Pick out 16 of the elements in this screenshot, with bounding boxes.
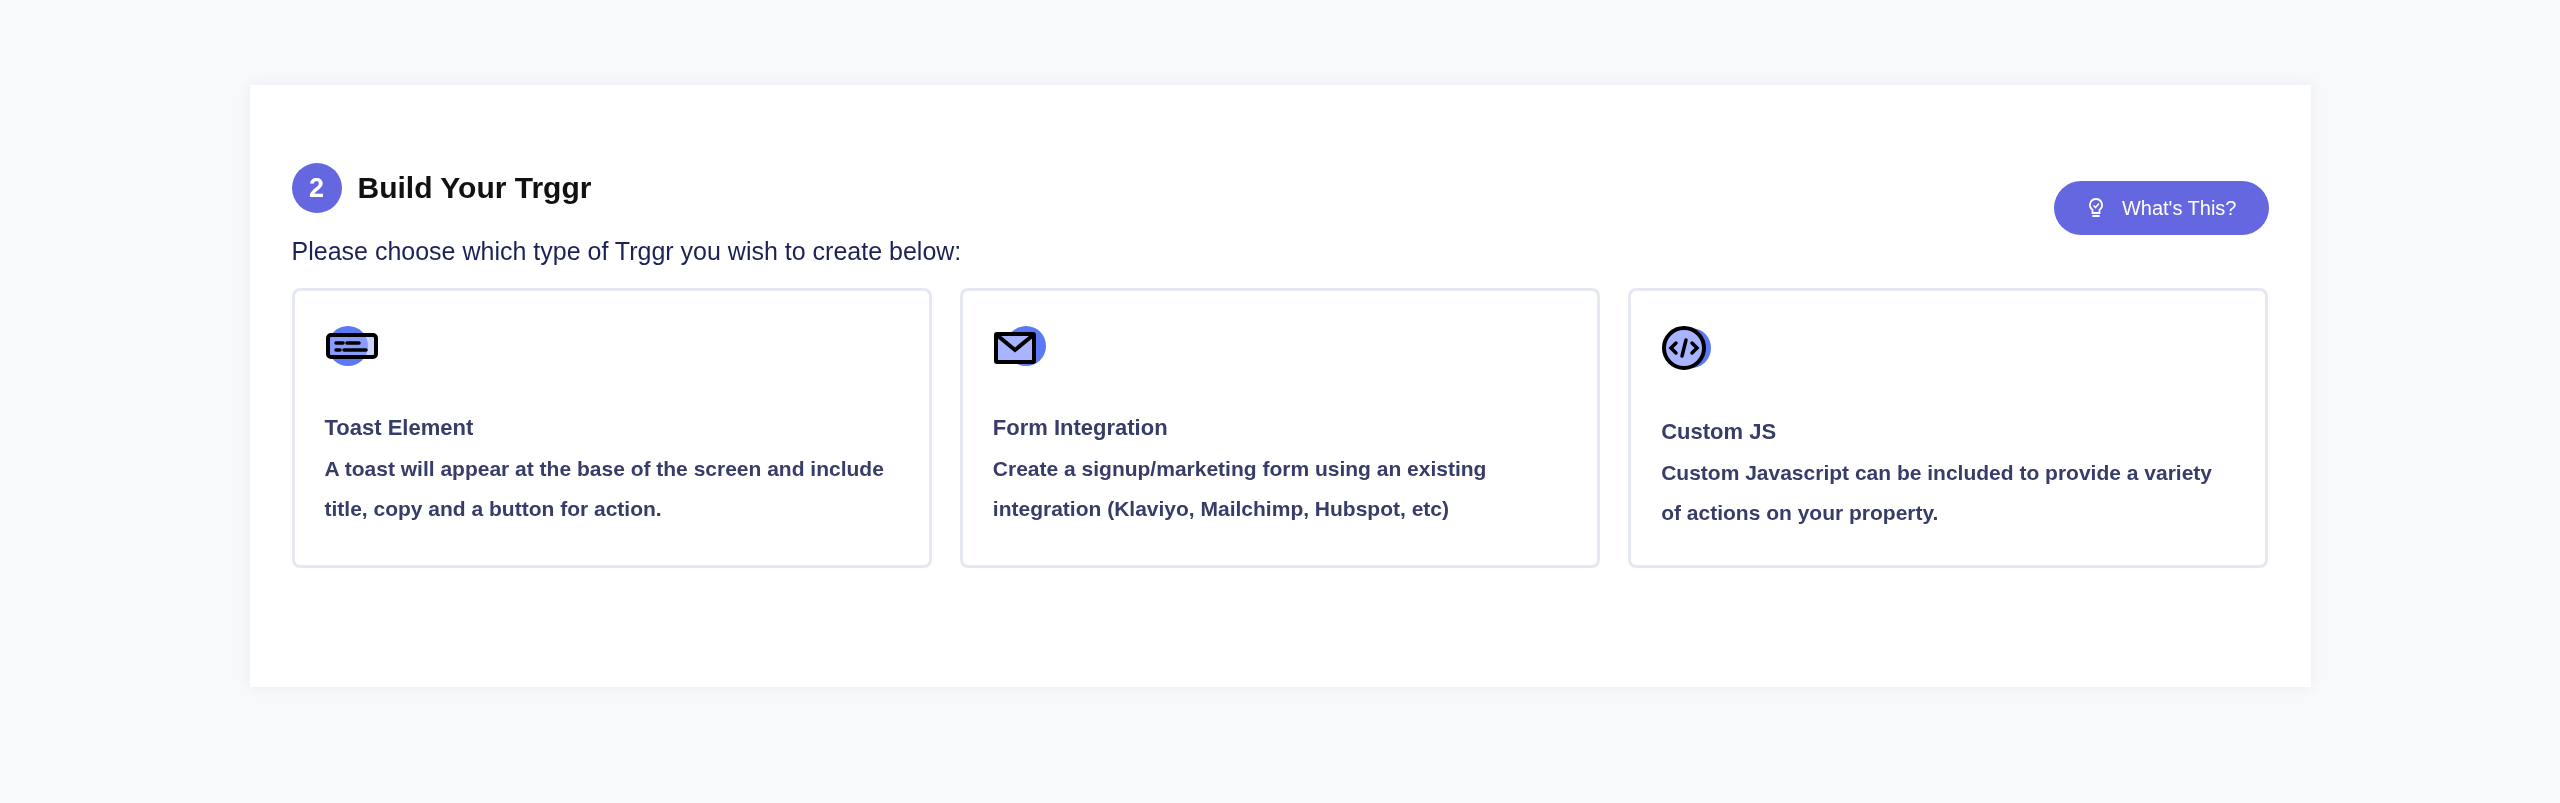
help-button[interactable]: What's This? <box>2053 181 2269 235</box>
option-title: Form Integration <box>992 415 1169 441</box>
option-card[interactable]: Toast Element A toast will appear at the base of the screen and include title, copy and a button for action. <box>291 288 932 568</box>
lightbulb-icon <box>2087 197 2104 219</box>
option-card[interactable]: Form Integration Create a signup/marketing form using an existing integration (Klaviyo, Mailchimp, Hubspot, etc) <box>959 288 1601 568</box>
option-title: Toast Element <box>324 415 475 441</box>
option-description: Custom Javascript can be included to provide a variety of actions on your property. <box>1661 460 2213 526</box>
message-card-icon <box>324 325 379 367</box>
option-card[interactable]: Custom JS Custom Javascript can be included to provide a variety of actions on your property. <box>1628 288 2269 568</box>
option-description: Create a signup/marketing form using an existing integration (Klaviyo, Mailchimp, Hubspot, etc) <box>992 456 1488 522</box>
option-title: Custom JS <box>1661 419 1778 445</box>
envelope-icon <box>992 325 1047 367</box>
option-description: A toast will appear at the base of the screen and include title, copy and a button for action. <box>324 456 885 522</box>
step-number: 2 <box>291 163 342 213</box>
instruction-text: Please choose which type of Trggr you wish to create below: <box>291 237 963 266</box>
section-title: Build Your Trggr <box>357 171 592 205</box>
